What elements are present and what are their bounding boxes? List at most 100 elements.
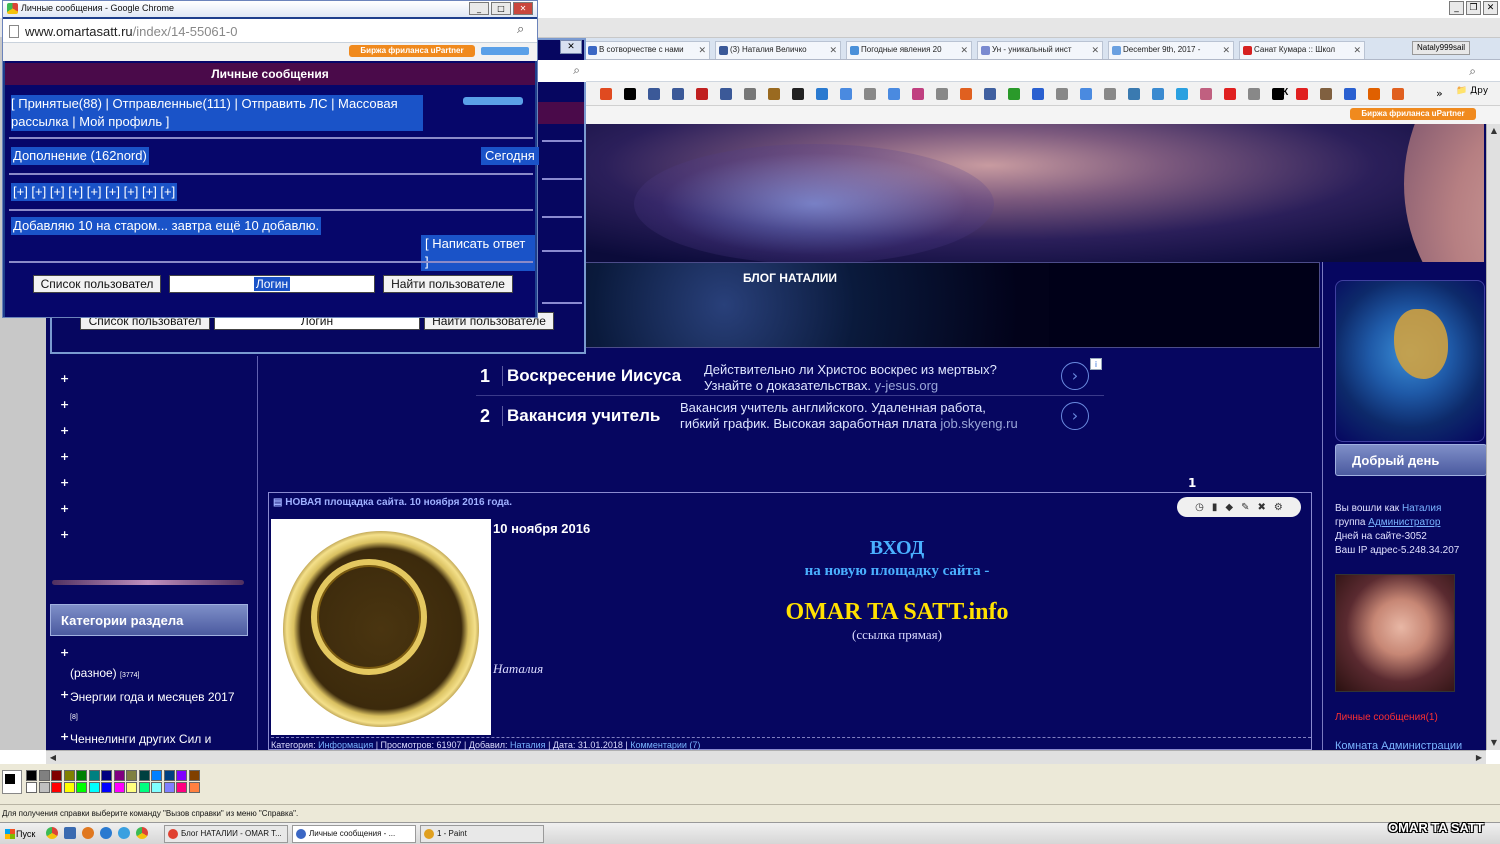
bookmark-icon[interactable] bbox=[1344, 88, 1356, 100]
color-swatch[interactable] bbox=[138, 782, 150, 793]
bookmark-icon[interactable] bbox=[1248, 88, 1260, 100]
color-swatch[interactable] bbox=[176, 782, 187, 793]
ad-row[interactable]: 2 Вакансия учитель Вакансия учитель англ… bbox=[476, 398, 1104, 436]
browser-tab[interactable]: (3) Наталия Величко ✕ bbox=[715, 41, 841, 59]
expand-links[interactable]: [+] [+] [+] [+] [+] [+] [+] [+] [+] bbox=[11, 183, 178, 201]
tab-close-icon[interactable]: ✕ bbox=[698, 42, 706, 58]
bookmark-icon[interactable] bbox=[720, 88, 732, 100]
taskbar-task[interactable]: Блог НАТАЛИИ - OMAR T... bbox=[164, 825, 288, 843]
upartner-button[interactable]: Биржа фриланса uPartner bbox=[1350, 108, 1476, 120]
bookmark-icon[interactable] bbox=[984, 88, 996, 100]
skype-icon[interactable] bbox=[118, 827, 130, 839]
menu-plus[interactable]: + bbox=[60, 424, 69, 437]
color-swatch[interactable] bbox=[101, 770, 112, 781]
group-link[interactable]: Администратор bbox=[1368, 517, 1440, 528]
popup-address-bar[interactable]: www.omartasatt.ru/index/14-55061-0 ⌕ bbox=[3, 19, 537, 43]
taskbar-task[interactable]: Личные сообщения - ... bbox=[292, 825, 416, 843]
vertical-scrollbar[interactable]: ▲ ▼ bbox=[1486, 124, 1500, 750]
bookmark-icon[interactable] bbox=[696, 88, 708, 100]
close-button[interactable]: ✕ bbox=[513, 2, 533, 15]
color-swatch[interactable] bbox=[163, 770, 175, 781]
category-item[interactable]: Ченнелинги других Сил и bbox=[70, 730, 211, 748]
color-swatch[interactable] bbox=[126, 782, 137, 793]
browser-address-bar[interactable]: ⌕ bbox=[580, 60, 1500, 82]
bookmark-icon[interactable] bbox=[1200, 88, 1212, 100]
color-swatch[interactable] bbox=[101, 782, 112, 793]
chrome-icon[interactable] bbox=[46, 827, 58, 839]
color-swatch[interactable] bbox=[188, 782, 200, 793]
color-swatch[interactable] bbox=[51, 782, 62, 793]
bookmark-icon[interactable] bbox=[672, 88, 684, 100]
tab-close-icon[interactable]: ✕ bbox=[1353, 42, 1361, 58]
bookmarks-more-icon[interactable]: » bbox=[1436, 87, 1443, 100]
upartner-button[interactable]: Биржа фриланса uPartner bbox=[349, 45, 475, 57]
find-user-button[interactable]: Найти пользователе bbox=[383, 275, 513, 293]
chrome-icon[interactable] bbox=[136, 827, 148, 839]
post-title[interactable]: ▤ НОВАЯ площадка сайта. 10 ноября 2016 г… bbox=[273, 497, 512, 508]
category-link[interactable]: Информация bbox=[318, 740, 373, 750]
tab-close-icon[interactable]: ✕ bbox=[960, 42, 968, 58]
bookmark-ek[interactable]: ЭК bbox=[1275, 87, 1288, 98]
bookmark-icon[interactable] bbox=[1320, 88, 1332, 100]
menu-plus[interactable]: + bbox=[60, 450, 69, 463]
history-icon[interactable]: ◷ bbox=[1195, 502, 1204, 513]
color-swatch[interactable] bbox=[26, 782, 37, 793]
ad-arrow-icon[interactable]: › bbox=[1061, 362, 1089, 390]
bookmark-icon[interactable] bbox=[600, 88, 612, 100]
color-swatch[interactable] bbox=[151, 782, 162, 793]
scroll-right-icon[interactable]: ▶ bbox=[1472, 751, 1486, 765]
bookmarks-folder[interactable]: 📁 Дру bbox=[1456, 86, 1488, 96]
color-swatch[interactable] bbox=[76, 782, 87, 793]
bookmark-icon[interactable] bbox=[840, 88, 852, 100]
current-colors[interactable] bbox=[2, 770, 22, 794]
bookmark-icon[interactable] bbox=[624, 88, 636, 100]
stats-icon[interactable]: ▮ bbox=[1212, 502, 1218, 513]
ad-title[interactable]: Воскресение Иисуса bbox=[502, 366, 681, 386]
tab-close-icon[interactable]: ✕ bbox=[1222, 42, 1230, 58]
color-swatch[interactable] bbox=[26, 770, 37, 781]
maximize-button[interactable]: □ bbox=[491, 2, 511, 15]
zoom-icon[interactable]: ⌕ bbox=[517, 22, 524, 37]
color-swatch[interactable] bbox=[138, 770, 150, 781]
color-swatch[interactable] bbox=[63, 770, 75, 781]
color-swatch[interactable] bbox=[63, 782, 75, 793]
user-link[interactable]: Наталия bbox=[1402, 503, 1441, 514]
menu-plus[interactable]: + bbox=[60, 372, 69, 385]
bookmark-icon[interactable] bbox=[792, 88, 804, 100]
category-item[interactable]: (разное) [3774] bbox=[70, 664, 140, 685]
scroll-down-icon[interactable]: ▼ bbox=[1487, 736, 1500, 750]
scroll-left-icon[interactable]: ◀ bbox=[46, 751, 60, 765]
bookmark-icon[interactable] bbox=[960, 88, 972, 100]
bookmark-icon[interactable] bbox=[1296, 88, 1308, 100]
bookmark-icon[interactable] bbox=[1152, 88, 1164, 100]
bookmark-icon[interactable] bbox=[1392, 88, 1404, 100]
bookmark-icon[interactable] bbox=[912, 88, 924, 100]
menu-plus[interactable]: + bbox=[60, 502, 69, 515]
bookmark-icon[interactable] bbox=[1128, 88, 1140, 100]
browser-tab[interactable]: Санат Кумара :: Школ ✕ bbox=[1239, 41, 1365, 59]
ie-icon[interactable] bbox=[100, 827, 112, 839]
popup-url[interactable]: www.omartasatt.ru/index/14-55061-0 bbox=[25, 24, 237, 39]
bookmark-icon[interactable] bbox=[888, 88, 900, 100]
menu-plus[interactable]: + bbox=[60, 476, 69, 489]
post-heading[interactable]: ВХОД bbox=[747, 537, 1047, 560]
color-swatch[interactable] bbox=[38, 770, 50, 781]
bookmark-icon[interactable] bbox=[1104, 88, 1116, 100]
browser-tab[interactable]: В сотворчестве с нами ✕ bbox=[584, 41, 710, 59]
page-number[interactable]: 1 bbox=[1188, 476, 1196, 490]
start-button[interactable]: Пуск bbox=[2, 825, 40, 843]
bookmark-icon[interactable] bbox=[1368, 88, 1380, 100]
color-swatch[interactable] bbox=[88, 782, 100, 793]
category-item[interactable]: Энергии года и месяцев 2017 [8] bbox=[70, 688, 240, 727]
color-swatch[interactable] bbox=[126, 770, 137, 781]
menu-plus[interactable]: + bbox=[60, 398, 69, 411]
bookmark-icon[interactable] bbox=[1032, 88, 1044, 100]
minimize-button[interactable]: _ bbox=[1449, 1, 1464, 15]
horizontal-scrollbar[interactable]: ◀ ▶ bbox=[46, 750, 1486, 764]
delete-icon[interactable]: ✖ bbox=[1257, 502, 1265, 513]
post-site-link[interactable]: OMAR TA SATT.info bbox=[697, 599, 1097, 626]
category-plus[interactable]: + bbox=[60, 730, 69, 743]
private-messages-link[interactable]: Личные сообщения(1) bbox=[1335, 712, 1438, 723]
firefox-icon[interactable] bbox=[82, 827, 94, 839]
zoom-icon[interactable]: ⌕ bbox=[573, 63, 580, 78]
